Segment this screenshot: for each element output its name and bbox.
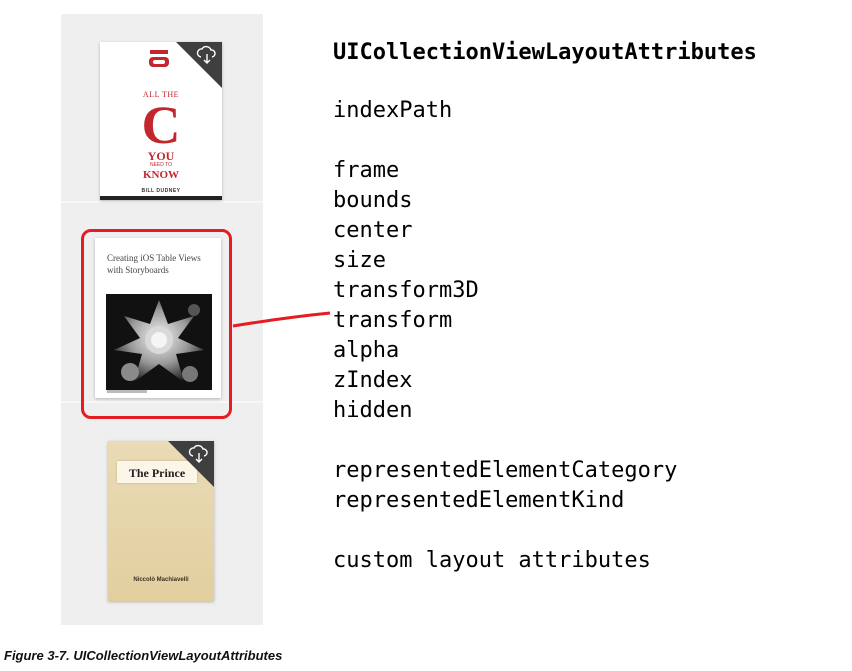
attribute-item: indexPath	[333, 98, 453, 123]
attributes-heading: UICollectionViewLayoutAttributes	[333, 40, 757, 65]
book-author: BILL DUDNEY	[141, 188, 181, 194]
attribute-item: center	[333, 218, 413, 243]
attribute-item: representedElementCategory	[333, 458, 678, 483]
attribute-item: transform	[333, 308, 453, 333]
attribute-item: alpha	[333, 338, 400, 363]
attribute-item: hidden	[333, 398, 413, 423]
attribute-item: representedElementKind	[333, 488, 625, 513]
attribute-item: size	[333, 248, 386, 273]
attribute-item: custom layout attributes	[333, 548, 651, 573]
book-title-line: KNOW	[142, 169, 180, 181]
book-cover-all-the-c[interactable]: ALL THE C YOU NEED TO KNOW BILL DUDNEY	[100, 42, 222, 200]
cloud-download-icon[interactable]	[196, 45, 218, 65]
cover-bottom-bar	[100, 196, 222, 200]
book-cover-the-prince[interactable]: The Prince Niccolò Machiavelli	[108, 441, 214, 601]
attribute-item: frame	[333, 158, 400, 183]
cloud-download-icon[interactable]	[188, 444, 210, 464]
book-author: Niccolò Machiavelli	[133, 577, 189, 583]
selected-cell-highlight	[81, 229, 232, 419]
book-title-line: NEED TO	[149, 162, 173, 168]
figure-caption: Figure 3-7. UICollectionViewLayoutAttrib…	[4, 648, 283, 663]
attribute-item: bounds	[333, 188, 413, 213]
book-title-line: YOU	[147, 149, 175, 163]
cover-emblem-icon	[149, 50, 169, 67]
shelf-divider	[61, 201, 263, 203]
attribute-item: transform3D	[333, 278, 479, 303]
attribute-item: zIndex	[333, 368, 413, 393]
book-big-letter: C	[141, 95, 181, 155]
